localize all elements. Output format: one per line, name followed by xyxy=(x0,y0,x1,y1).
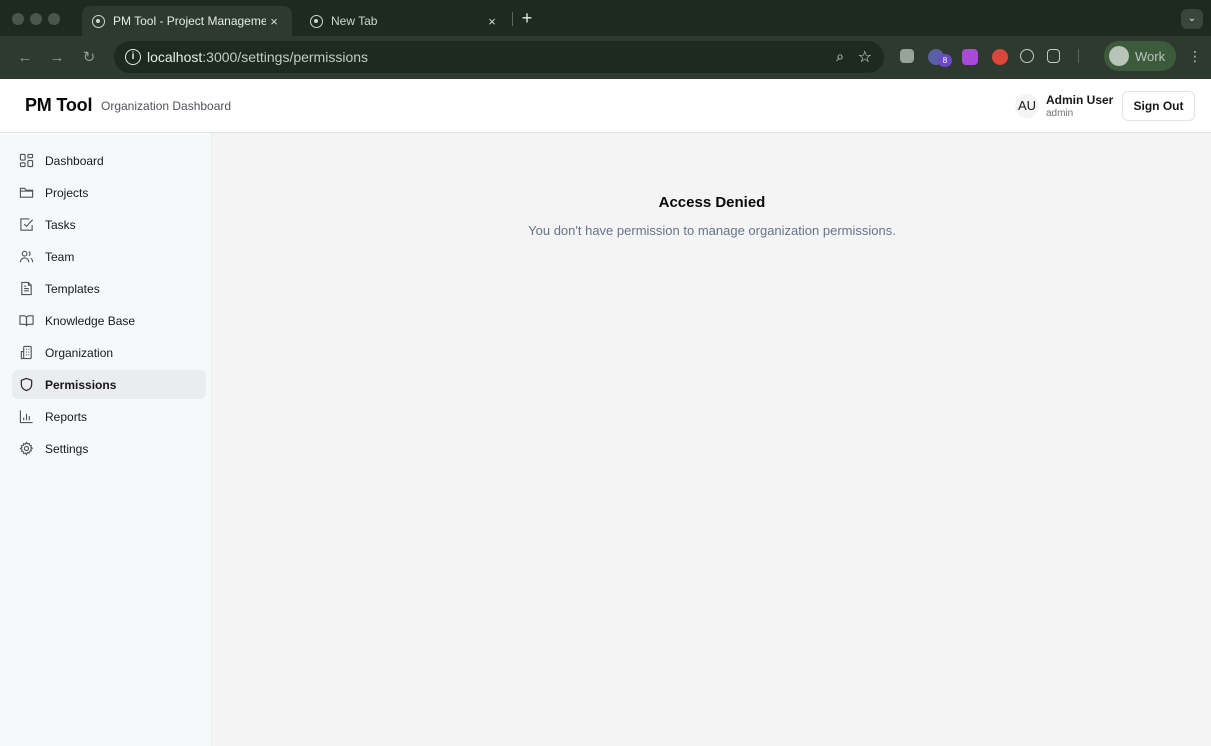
maximize-window-button[interactable] xyxy=(48,13,60,25)
file-text-icon xyxy=(21,281,32,296)
close-tab-button[interactable]: × xyxy=(484,14,500,29)
extension-icon[interactable] xyxy=(900,49,914,63)
tab-divider xyxy=(512,12,513,26)
book-open-icon xyxy=(19,315,34,327)
sidebar-item-label: Knowledge Base xyxy=(45,313,136,328)
bar-chart-icon xyxy=(19,410,33,424)
sidebar-item-label: Projects xyxy=(45,185,89,200)
extension-badge: 8 xyxy=(938,54,952,67)
sidebar-item-tasks[interactable]: Tasks xyxy=(12,210,206,239)
minimize-window-button[interactable] xyxy=(30,13,42,25)
chrome-icon xyxy=(310,14,323,28)
url-path: :3000/settings/permissions xyxy=(202,49,369,65)
layout-grid-icon xyxy=(19,153,34,168)
shield-icon xyxy=(20,377,33,392)
sidebar-item-settings[interactable]: Settings xyxy=(12,434,206,463)
sidebar-item-templates[interactable]: Templates xyxy=(12,274,206,303)
sidebar-item-dashboard[interactable]: Dashboard xyxy=(12,146,206,175)
sidebar-item-label: Organization xyxy=(45,345,114,360)
sidebar-item-label: Tasks xyxy=(45,217,76,232)
sidebar-item-knowledge-base[interactable]: Knowledge Base xyxy=(12,306,206,335)
puzzle-icon[interactable] xyxy=(1047,49,1060,63)
address-bar[interactable]: i localhost:3000/settings/permissions ⌕ … xyxy=(114,41,884,73)
main-content: Access Denied You don't have permission … xyxy=(213,133,1211,746)
page-subtitle: Organization Dashboard xyxy=(101,99,232,113)
back-arrow-icon[interactable]: ← xyxy=(14,47,36,69)
close-tab-button[interactable]: × xyxy=(266,14,282,29)
extension-icon[interactable] xyxy=(1020,49,1034,63)
sidebar-item-projects[interactable]: Projects xyxy=(12,178,206,207)
toolbar-divider xyxy=(1078,49,1079,63)
sidebar-item-label: Reports xyxy=(45,409,88,424)
extension-icon[interactable] xyxy=(962,49,978,65)
browser-menu-icon[interactable]: ⋮ xyxy=(1188,48,1202,65)
forward-arrow-icon[interactable]: → xyxy=(46,47,68,69)
url-text[interactable]: localhost:3000/settings/permissions xyxy=(147,49,368,65)
tab-search-button[interactable]: ⌄ xyxy=(1181,9,1203,29)
sidebar-item-team[interactable]: Team xyxy=(12,242,206,271)
bookmark-star-icon[interactable]: ☆ xyxy=(858,47,872,67)
sidebar-item-label: Dashboard xyxy=(45,153,104,168)
tab-title: New Tab xyxy=(331,14,378,28)
users-icon xyxy=(19,250,34,263)
new-tab-button[interactable]: + xyxy=(516,6,538,30)
sidebar-item-organization[interactable]: Organization xyxy=(12,338,206,367)
check-square-icon xyxy=(20,218,34,231)
site-info-icon[interactable]: i xyxy=(125,49,141,65)
folder-icon xyxy=(19,187,34,198)
sidebar-item-label: Team xyxy=(45,249,75,264)
user-name: Admin User xyxy=(1046,93,1114,107)
sidebar-item-label: Permissions xyxy=(45,377,117,392)
access-denied-title: Access Denied xyxy=(658,194,766,211)
profile-label: Work xyxy=(1135,48,1166,64)
browser-tab-strip: PM Tool - Project Manageme × New Tab × +… xyxy=(0,0,1211,36)
brand-logo[interactable]: PM Tool xyxy=(25,95,92,116)
sidebar-item-reports[interactable]: Reports xyxy=(12,402,206,431)
sidebar-item-label: Templates xyxy=(45,281,100,296)
globe-icon xyxy=(92,14,105,28)
user-role: admin xyxy=(1046,108,1074,119)
user-avatar[interactable]: AU xyxy=(1015,94,1039,118)
access-denied-message: You don't have permission to manage orga… xyxy=(528,223,896,238)
tab-title: PM Tool - Project Manageme xyxy=(113,14,266,28)
extension-icon[interactable] xyxy=(992,49,1008,65)
browser-tab-new-tab[interactable]: New Tab × xyxy=(300,6,510,36)
reload-icon[interactable]: ↻ xyxy=(78,47,100,69)
zoom-icon[interactable]: ⌕ xyxy=(836,48,844,65)
building-icon xyxy=(20,345,32,360)
app-header: PM Tool Organization Dashboard AU Admin … xyxy=(0,79,1211,133)
sidebar-item-label: Settings xyxy=(45,441,89,456)
sign-out-button[interactable]: Sign Out xyxy=(1122,91,1195,121)
profile-button[interactable]: Work xyxy=(1104,41,1176,71)
sidebar-item-permissions[interactable]: Permissions xyxy=(12,370,206,399)
profile-avatar xyxy=(1109,46,1129,66)
settings-icon xyxy=(19,441,34,456)
close-window-button[interactable] xyxy=(12,13,24,25)
browser-tab-pm-tool[interactable]: PM Tool - Project Manageme × xyxy=(82,6,292,36)
browser-toolbar: ← → ↻ i localhost:3000/settings/permissi… xyxy=(0,36,1211,79)
sidebar: Dashboard Projects Tasks Team Templates … xyxy=(0,133,212,746)
url-host: localhost xyxy=(147,49,203,65)
